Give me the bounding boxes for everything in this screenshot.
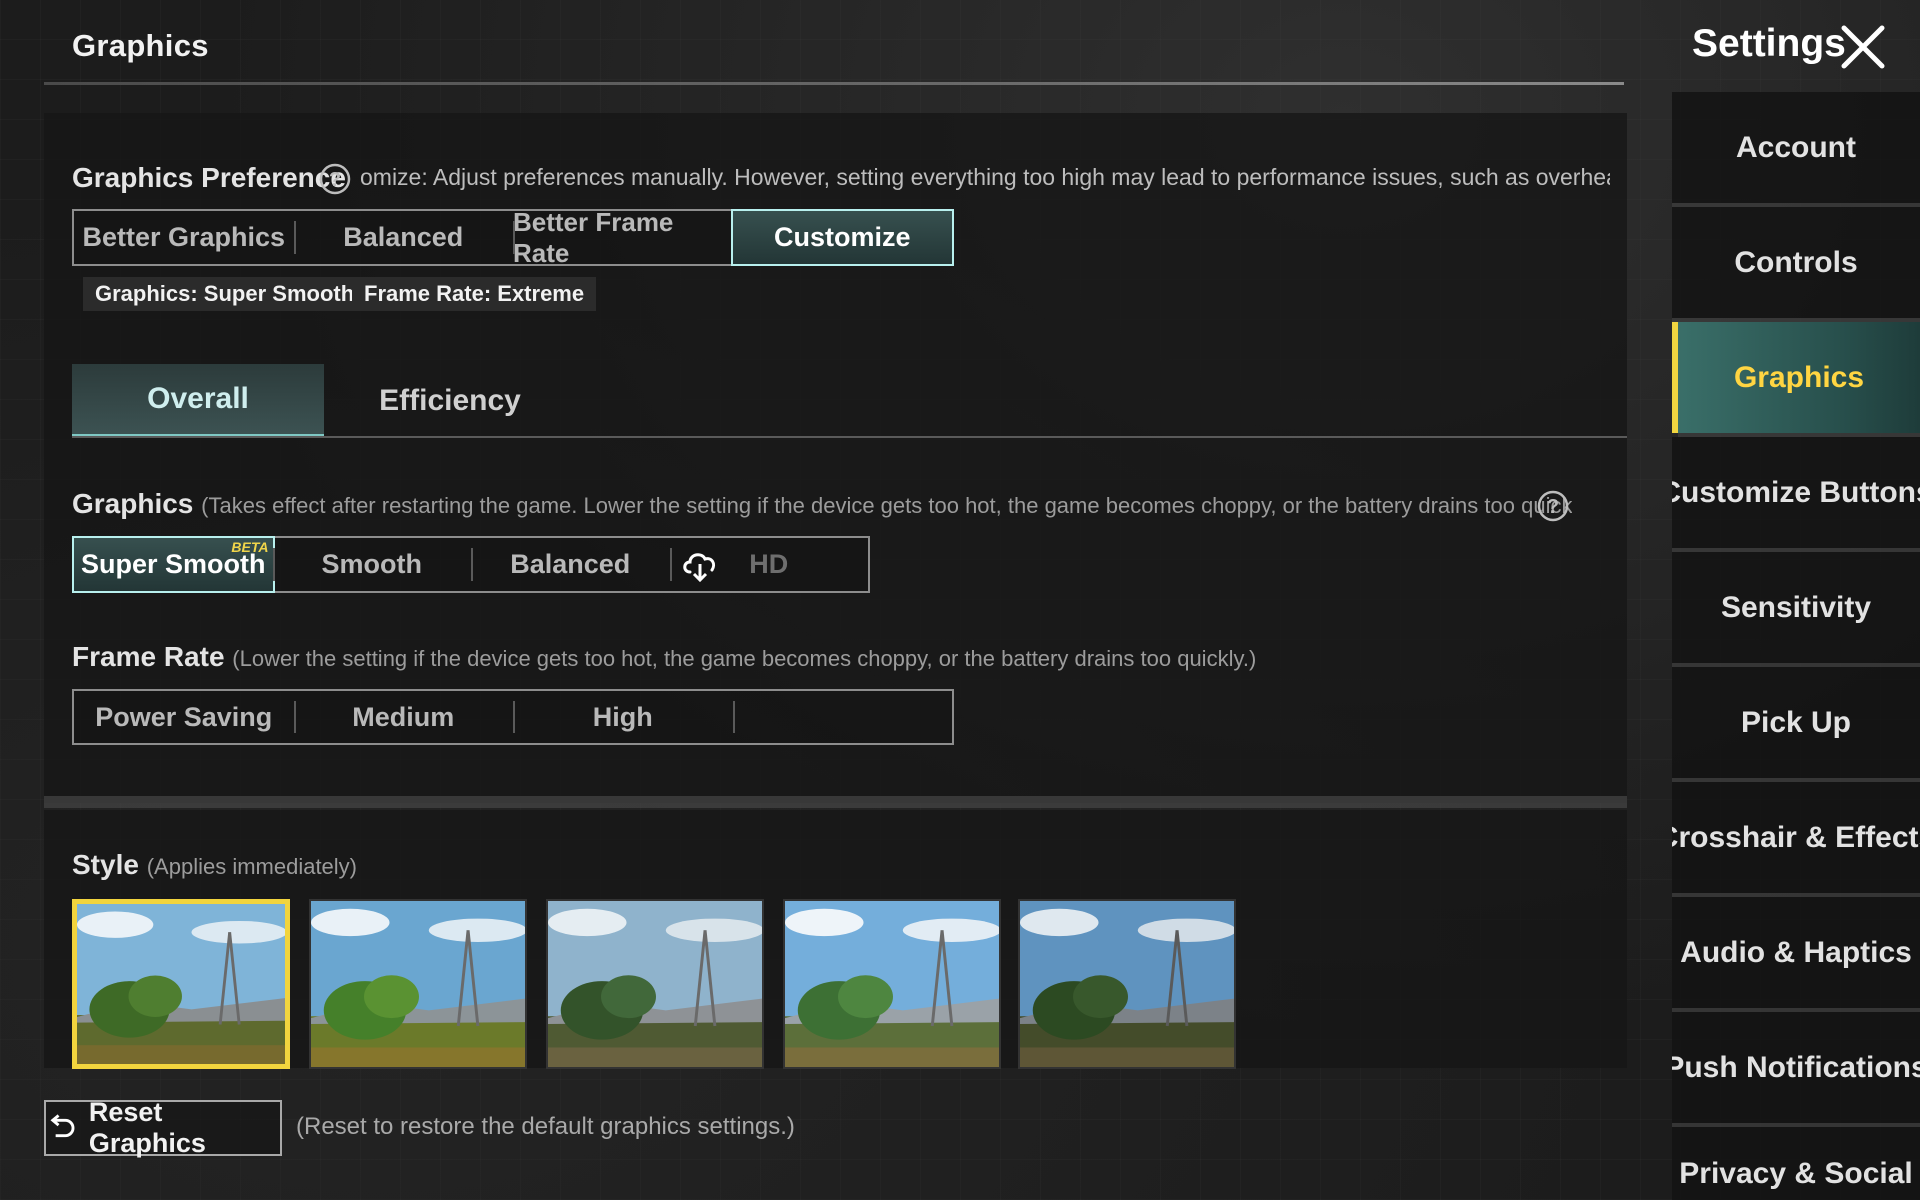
tab-overall[interactable]: Overall: [72, 364, 324, 438]
graphics-quality-selector: Super Smooth BETA Smooth Balanced HD: [72, 536, 870, 593]
sidebar-item-pick-up[interactable]: Pick Up: [1672, 667, 1920, 782]
style-thumbnail-2[interactable]: [309, 899, 527, 1069]
graphics-hint: (Takes effect after restarting the game.…: [201, 493, 1572, 518]
graphics-hd[interactable]: HD: [669, 538, 868, 591]
style-thumbnail-3[interactable]: [546, 899, 764, 1069]
sidebar-item-controls[interactable]: Controls: [1672, 207, 1920, 322]
sidebar-item-customize-buttons[interactable]: Customize Buttons: [1672, 437, 1920, 552]
reset-hint: (Reset to restore the default graphics s…: [296, 1113, 795, 1140]
help-icon[interactable]: ?: [1536, 489, 1570, 523]
settings-sidebar: Account Controls Graphics Customize Butt…: [1672, 92, 1920, 1200]
frame-rate-label: Frame Rate (Lower the setting if the dev…: [72, 641, 1257, 672]
sidebar-item-graphics[interactable]: Graphics: [1672, 322, 1920, 437]
close-icon: [1841, 25, 1885, 69]
sidebar-item-push-notifications[interactable]: Push Notifications: [1672, 1012, 1920, 1127]
graphics-preference-selector: Better Graphics Balanced Better Frame Ra…: [72, 207, 954, 268]
graphics-balanced[interactable]: Balanced: [471, 538, 670, 591]
panel-separator: [44, 796, 1627, 808]
beta-badge: BETA: [231, 539, 269, 555]
page-title: Graphics: [72, 28, 209, 63]
sidebar-item-crosshair-effects[interactable]: Crosshair & Effects: [1672, 782, 1920, 897]
preference-better-frame-rate[interactable]: Better Frame Rate: [513, 207, 733, 268]
reset-graphics-button[interactable]: Reset Graphics: [44, 1097, 282, 1158]
frame-rate-option-4[interactable]: [732, 691, 953, 743]
tabs-divider: [72, 436, 1627, 438]
sidebar-item-sensitivity[interactable]: Sensitivity: [1672, 552, 1920, 667]
frame-rate-power-saving[interactable]: Power Saving: [74, 691, 294, 743]
style-thumbnail-1[interactable]: [72, 899, 290, 1069]
graphics-smooth[interactable]: Smooth: [272, 538, 472, 591]
help-icon[interactable]: ?: [318, 162, 352, 196]
preference-customize[interactable]: Customize: [730, 209, 954, 266]
cloud-download-icon: [682, 553, 715, 582]
reset-graphics-label: Reset Graphics: [88, 1097, 206, 1158]
svg-text:?: ?: [329, 169, 341, 191]
tab-efficiency[interactable]: Efficiency: [324, 364, 576, 438]
close-button[interactable]: [1838, 22, 1888, 72]
graphics-preference-description: omize: Adjust preferences manually. Howe…: [360, 164, 1610, 190]
frame-rate-tag: Frame Rate: Extreme: [352, 277, 597, 311]
style-hint: (Applies immediately): [146, 854, 358, 879]
sidebar-item-privacy-social[interactable]: Privacy & Social: [1672, 1127, 1920, 1200]
graphics-super-smooth[interactable]: Super Smooth BETA: [72, 536, 275, 593]
style-thumbnail-5[interactable]: [1018, 899, 1236, 1069]
style-label: Style (Applies immediately): [72, 849, 358, 880]
graphics-label: Graphics (Takes effect after restarting …: [72, 488, 1572, 520]
style-thumbnail-4[interactable]: [783, 899, 1001, 1069]
settings-title: Settings: [1692, 22, 1846, 65]
header-divider: [44, 82, 1624, 85]
frame-rate-medium[interactable]: Medium: [293, 691, 514, 743]
frame-rate-hint: (Lower the setting if the device gets to…: [232, 646, 1257, 671]
preference-balanced[interactable]: Balanced: [293, 211, 514, 264]
graphics-preference-label: Graphics Preference: [72, 162, 346, 193]
reset-icon: [50, 1114, 75, 1138]
sidebar-item-account[interactable]: Account: [1672, 92, 1920, 207]
svg-text:?: ?: [1547, 496, 1559, 518]
graphics-tag: Graphics: Super Smooth: [83, 277, 367, 311]
sidebar-item-audio-haptics[interactable]: Audio & Haptics: [1672, 897, 1920, 1012]
preference-better-graphics[interactable]: Better Graphics: [74, 211, 294, 264]
frame-rate-selector: Power Saving Medium High: [72, 689, 954, 745]
frame-rate-high[interactable]: High: [513, 691, 733, 743]
